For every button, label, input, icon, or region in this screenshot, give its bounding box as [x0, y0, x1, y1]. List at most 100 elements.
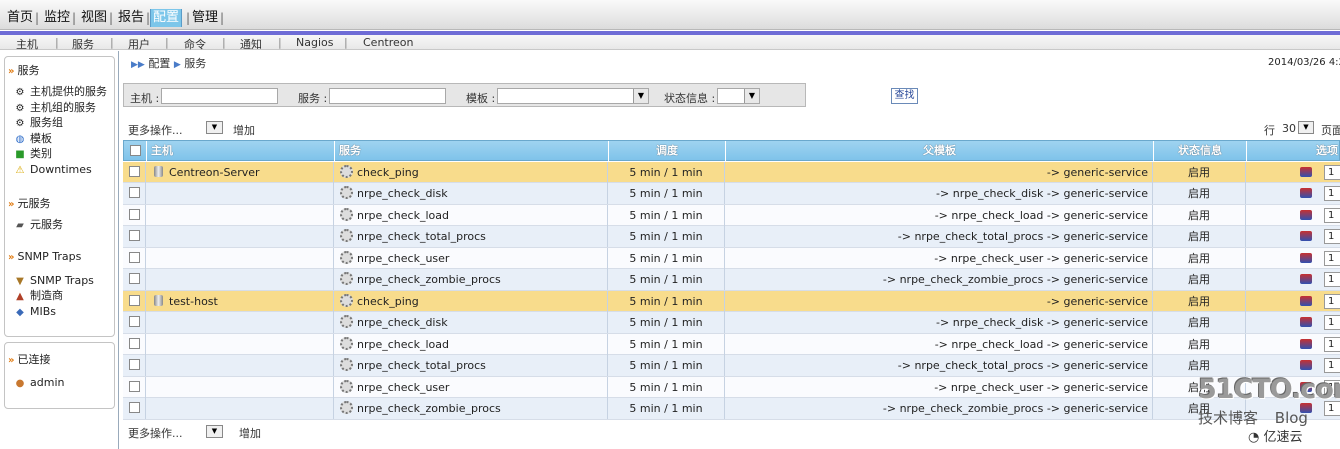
service-cell[interactable]: nrpe_check_user [334, 376, 608, 398]
row-checkbox[interactable] [129, 251, 140, 263]
service-cell[interactable]: nrpe_check_total_procs [334, 226, 608, 247]
host-cell[interactable]: test-host [146, 290, 334, 312]
header-service[interactable]: 服务 [335, 141, 609, 162]
service-cell[interactable]: nrpe_check_zombie_procs [334, 398, 608, 419]
schedule-cell: 5 min / 1 min [608, 312, 725, 333]
header-host[interactable]: 主机 [147, 141, 335, 162]
service-name: nrpe_check_load [357, 208, 449, 222]
row-checkbox[interactable] [129, 337, 140, 349]
order-input[interactable]: 1 [1324, 207, 1340, 223]
sidebar-item-snmp-traps[interactable]: ▼ SNMP Traps [13, 274, 94, 288]
submenu-nagios[interactable]: Nagios [296, 36, 333, 49]
rows-per-page-select[interactable]: 30 [1282, 122, 1296, 135]
row-checkbox[interactable] [129, 380, 140, 392]
service-cell[interactable]: nrpe_check_total_procs [334, 355, 608, 376]
row-checkbox[interactable] [129, 402, 140, 413]
submenu-commands[interactable]: 命令 [184, 36, 206, 52]
tab-views[interactable]: 视图 [79, 9, 109, 27]
host-cell[interactable]: Centreon-Server [146, 161, 334, 183]
schedule-cell: 5 min / 1 min [608, 355, 725, 376]
table-row: test-host check_ping 5 min / 1 min -> gener… [123, 290, 1340, 312]
row-checkbox[interactable] [129, 316, 140, 327]
row-checkbox[interactable] [129, 165, 140, 177]
submenu-hosts[interactable]: 主机 [16, 36, 38, 52]
sidebar-item-user[interactable]: ● admin [13, 376, 65, 390]
order-input[interactable]: 1 [1324, 272, 1340, 287]
status-select[interactable]: ▼ [717, 88, 760, 104]
more-actions-dropdown[interactable]: ▼ [206, 121, 223, 134]
duplicate-icon[interactable] [1300, 274, 1312, 284]
submenu-services[interactable]: 服务 [72, 36, 94, 52]
order-input[interactable]: 1 [1324, 164, 1340, 180]
row-checkbox[interactable] [129, 359, 140, 370]
order-input[interactable]: 1 [1324, 186, 1340, 201]
duplicate-icon[interactable] [1300, 188, 1312, 198]
tab-reports[interactable]: 报告 [116, 9, 146, 27]
sidebar-item-host-services[interactable]: ⚙ 主机提供的服务 [13, 85, 107, 99]
add-button[interactable]: 增加 [239, 425, 261, 441]
tab-configuration[interactable]: 配置 [150, 9, 183, 27]
breadcrumb-config[interactable]: 配置 [148, 57, 170, 70]
sidebar-item-hostgroup-services[interactable]: ⚙ 主机组的服务 [13, 101, 96, 115]
duplicate-icon[interactable] [1300, 252, 1312, 263]
duplicate-icon[interactable] [1300, 166, 1312, 177]
host-filter-input[interactable] [161, 88, 278, 104]
duplicate-icon[interactable] [1300, 317, 1312, 327]
sidebar-item-manufacturers[interactable]: ▲ 制造商 [13, 289, 63, 303]
service-cell[interactable]: nrpe_check_disk [334, 312, 608, 333]
rows-dropdown[interactable]: ▼ [1298, 121, 1314, 134]
order-input[interactable]: 1 [1324, 293, 1340, 309]
duplicate-icon[interactable] [1300, 360, 1312, 370]
service-filter-input[interactable] [329, 88, 446, 104]
row-checkbox[interactable] [129, 187, 140, 198]
more-actions-dropdown[interactable]: ▼ [206, 425, 223, 438]
sidebar-item-service-groups[interactable]: ⚙ 服务组 [13, 116, 63, 130]
duplicate-icon[interactable] [1300, 231, 1312, 241]
host-cell [146, 204, 334, 226]
order-input[interactable]: 1 [1324, 358, 1340, 373]
duplicate-icon[interactable] [1300, 338, 1312, 349]
schedule-cell: 5 min / 1 min [608, 290, 725, 312]
template-select[interactable]: ▼ [497, 88, 649, 104]
service-cell[interactable]: nrpe_check_user [334, 247, 608, 269]
sidebar-item-mibs[interactable]: ◆ MIBs [13, 305, 56, 319]
breadcrumb-services[interactable]: 服务 [184, 57, 206, 70]
row-checkbox[interactable] [129, 294, 140, 306]
tab-home[interactable]: 首页 [5, 9, 35, 27]
sidebar-item-meta-services[interactable]: ▰ 元服务 [13, 218, 63, 232]
sidebar-item-categories[interactable]: ■ 类别 [13, 147, 52, 161]
header-schedule: 调度 [609, 141, 726, 162]
sidebar-item-templates[interactable]: ◍ 模板 [13, 132, 52, 146]
add-button[interactable]: 增加 [233, 122, 255, 138]
service-cell[interactable]: nrpe_check_zombie_procs [334, 269, 608, 290]
order-input[interactable]: 1 [1324, 315, 1340, 330]
order-input[interactable]: 1 [1324, 336, 1340, 352]
status-cell: 启用 [1153, 290, 1246, 312]
sidebar-item-downtimes[interactable]: ⚠ Downtimes [13, 163, 92, 177]
service-cell[interactable]: check_ping [334, 290, 608, 312]
submenu-centreon[interactable]: Centreon [363, 36, 413, 49]
service-cell[interactable]: nrpe_check_load [334, 333, 608, 355]
network-icon: ◆ [16, 307, 24, 318]
select-all-checkbox[interactable] [130, 145, 141, 156]
row-checkbox[interactable] [129, 273, 140, 284]
tab-monitoring[interactable]: 监控 [42, 9, 72, 27]
service-cell[interactable]: nrpe_check_disk [334, 183, 608, 204]
schedule-cell: 5 min / 1 min [608, 333, 725, 355]
search-button[interactable]: 查找 [891, 88, 918, 104]
gear-icon: ⚙ [15, 87, 25, 98]
duplicate-icon[interactable] [1300, 209, 1312, 220]
row-checkbox[interactable] [129, 208, 140, 220]
order-input[interactable]: 1 [1324, 250, 1340, 266]
tab-administration[interactable]: 管理 [190, 9, 220, 27]
order-input[interactable]: 1 [1324, 229, 1340, 244]
duplicate-icon[interactable] [1300, 295, 1312, 306]
checkbox-cell [123, 333, 146, 355]
host-filter-label: 主机 : [130, 92, 160, 105]
submenu-users[interactable]: 用户 [128, 36, 150, 52]
service-cell[interactable]: check_ping [334, 161, 608, 183]
submenu-notifications[interactable]: 通知 [240, 36, 262, 52]
service-cell[interactable]: nrpe_check_load [334, 204, 608, 226]
row-checkbox[interactable] [129, 230, 140, 241]
table-row: nrpe_check_user 5 min / 1 min -> nrpe_chec… [123, 247, 1340, 269]
